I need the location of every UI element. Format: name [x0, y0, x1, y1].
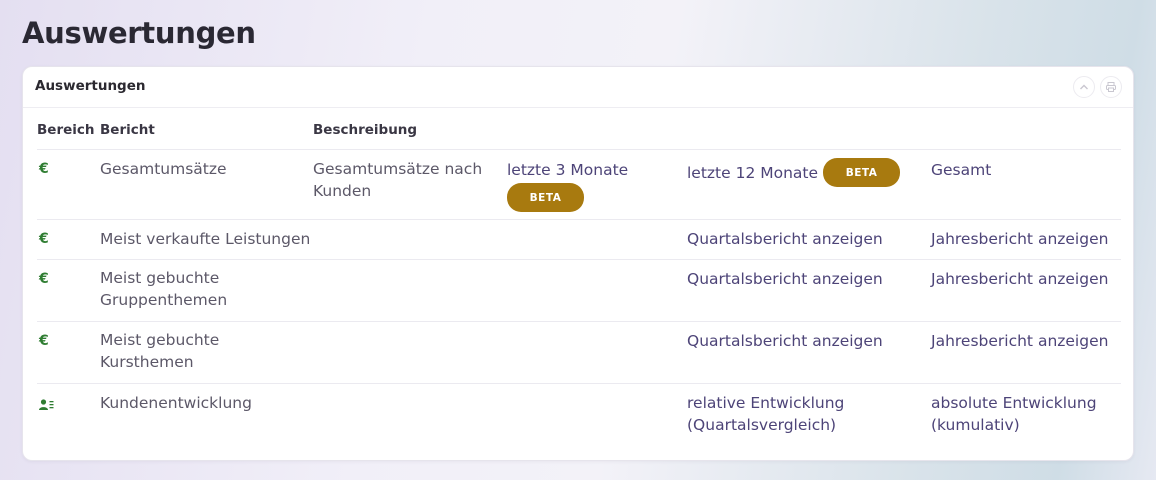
- collapse-button[interactable]: [1073, 76, 1095, 98]
- card-header: Auswertungen: [23, 67, 1133, 108]
- printer-icon: [1106, 82, 1116, 92]
- reports-table: Bereich Bericht Beschreibung € Gesamtums…: [37, 108, 1121, 450]
- report-link-yearly[interactable]: Jahresbericht anzeigen: [931, 268, 1121, 290]
- report-link-total[interactable]: Gesamt: [931, 159, 1121, 181]
- euro-icon: €: [39, 161, 49, 177]
- report-name: Meist gebuchte Gruppenthemen: [100, 269, 228, 309]
- report-name: Meist gebuchte Kursthemen: [100, 331, 220, 371]
- report-link-3-months[interactable]: letzte 3 Monate: [507, 159, 677, 181]
- print-button[interactable]: [1100, 76, 1122, 98]
- customer-list-icon: [39, 396, 55, 415]
- euro-icon: €: [39, 333, 49, 349]
- table-row: € Meist verkaufte Leistungen Quartalsber…: [37, 220, 1121, 260]
- euro-icon: €: [39, 271, 49, 287]
- reports-card: Auswertungen Bereich Bericht Beschreibun…: [22, 66, 1134, 461]
- report-link-quarterly[interactable]: Quartalsbericht anzeigen: [687, 228, 927, 250]
- report-link-yearly[interactable]: Jahresbericht anzeigen: [931, 330, 1121, 352]
- report-name: Gesamtumsätze: [100, 160, 227, 178]
- page-title: Auswertungen: [22, 16, 256, 50]
- table-row: € Meist gebuchte Kursthemen Quartalsberi…: [37, 322, 1121, 384]
- table-row: € Gesamtumsätze Gesamtumsätze nach Kunde…: [37, 150, 1121, 220]
- report-link-yearly[interactable]: Jahresbericht anzeigen: [931, 228, 1121, 250]
- table-header: Bereich Bericht Beschreibung: [37, 108, 1121, 150]
- report-link-absolute[interactable]: absolute Entwicklung (kumulativ): [931, 392, 1101, 436]
- beta-badge[interactable]: BETA: [823, 158, 901, 187]
- card-title: Auswertungen: [35, 78, 146, 94]
- report-name: Kundenentwicklung: [100, 394, 252, 412]
- report-link-12-months[interactable]: letzte 12 Monate: [687, 162, 818, 184]
- header-bereich: Bereich: [37, 122, 95, 138]
- table-row: € Meist gebuchte Gruppenthemen Quartalsb…: [37, 260, 1121, 322]
- report-name: Meist verkaufte Leistungen: [100, 230, 311, 248]
- report-link-quarterly[interactable]: Quartalsbericht anzeigen: [687, 330, 927, 352]
- chevron-up-icon: [1080, 84, 1088, 90]
- report-link-relative[interactable]: relative Entwicklung (Quartalsvergleich): [687, 392, 857, 436]
- header-bericht: Bericht: [100, 122, 155, 138]
- report-link-quarterly[interactable]: Quartalsbericht anzeigen: [687, 268, 927, 290]
- report-link-cell: letzte 12 Monate BETA: [687, 158, 927, 187]
- header-beschreibung: Beschreibung: [313, 122, 418, 138]
- table-row: Kundenentwicklung relative Entwicklung (…: [37, 384, 1121, 450]
- euro-icon: €: [39, 231, 49, 247]
- report-description: Gesamtumsätze nach Kunden: [313, 160, 483, 200]
- beta-badge[interactable]: BETA: [507, 183, 584, 212]
- report-link-cell: letzte 3 Monate BETA: [507, 159, 677, 212]
